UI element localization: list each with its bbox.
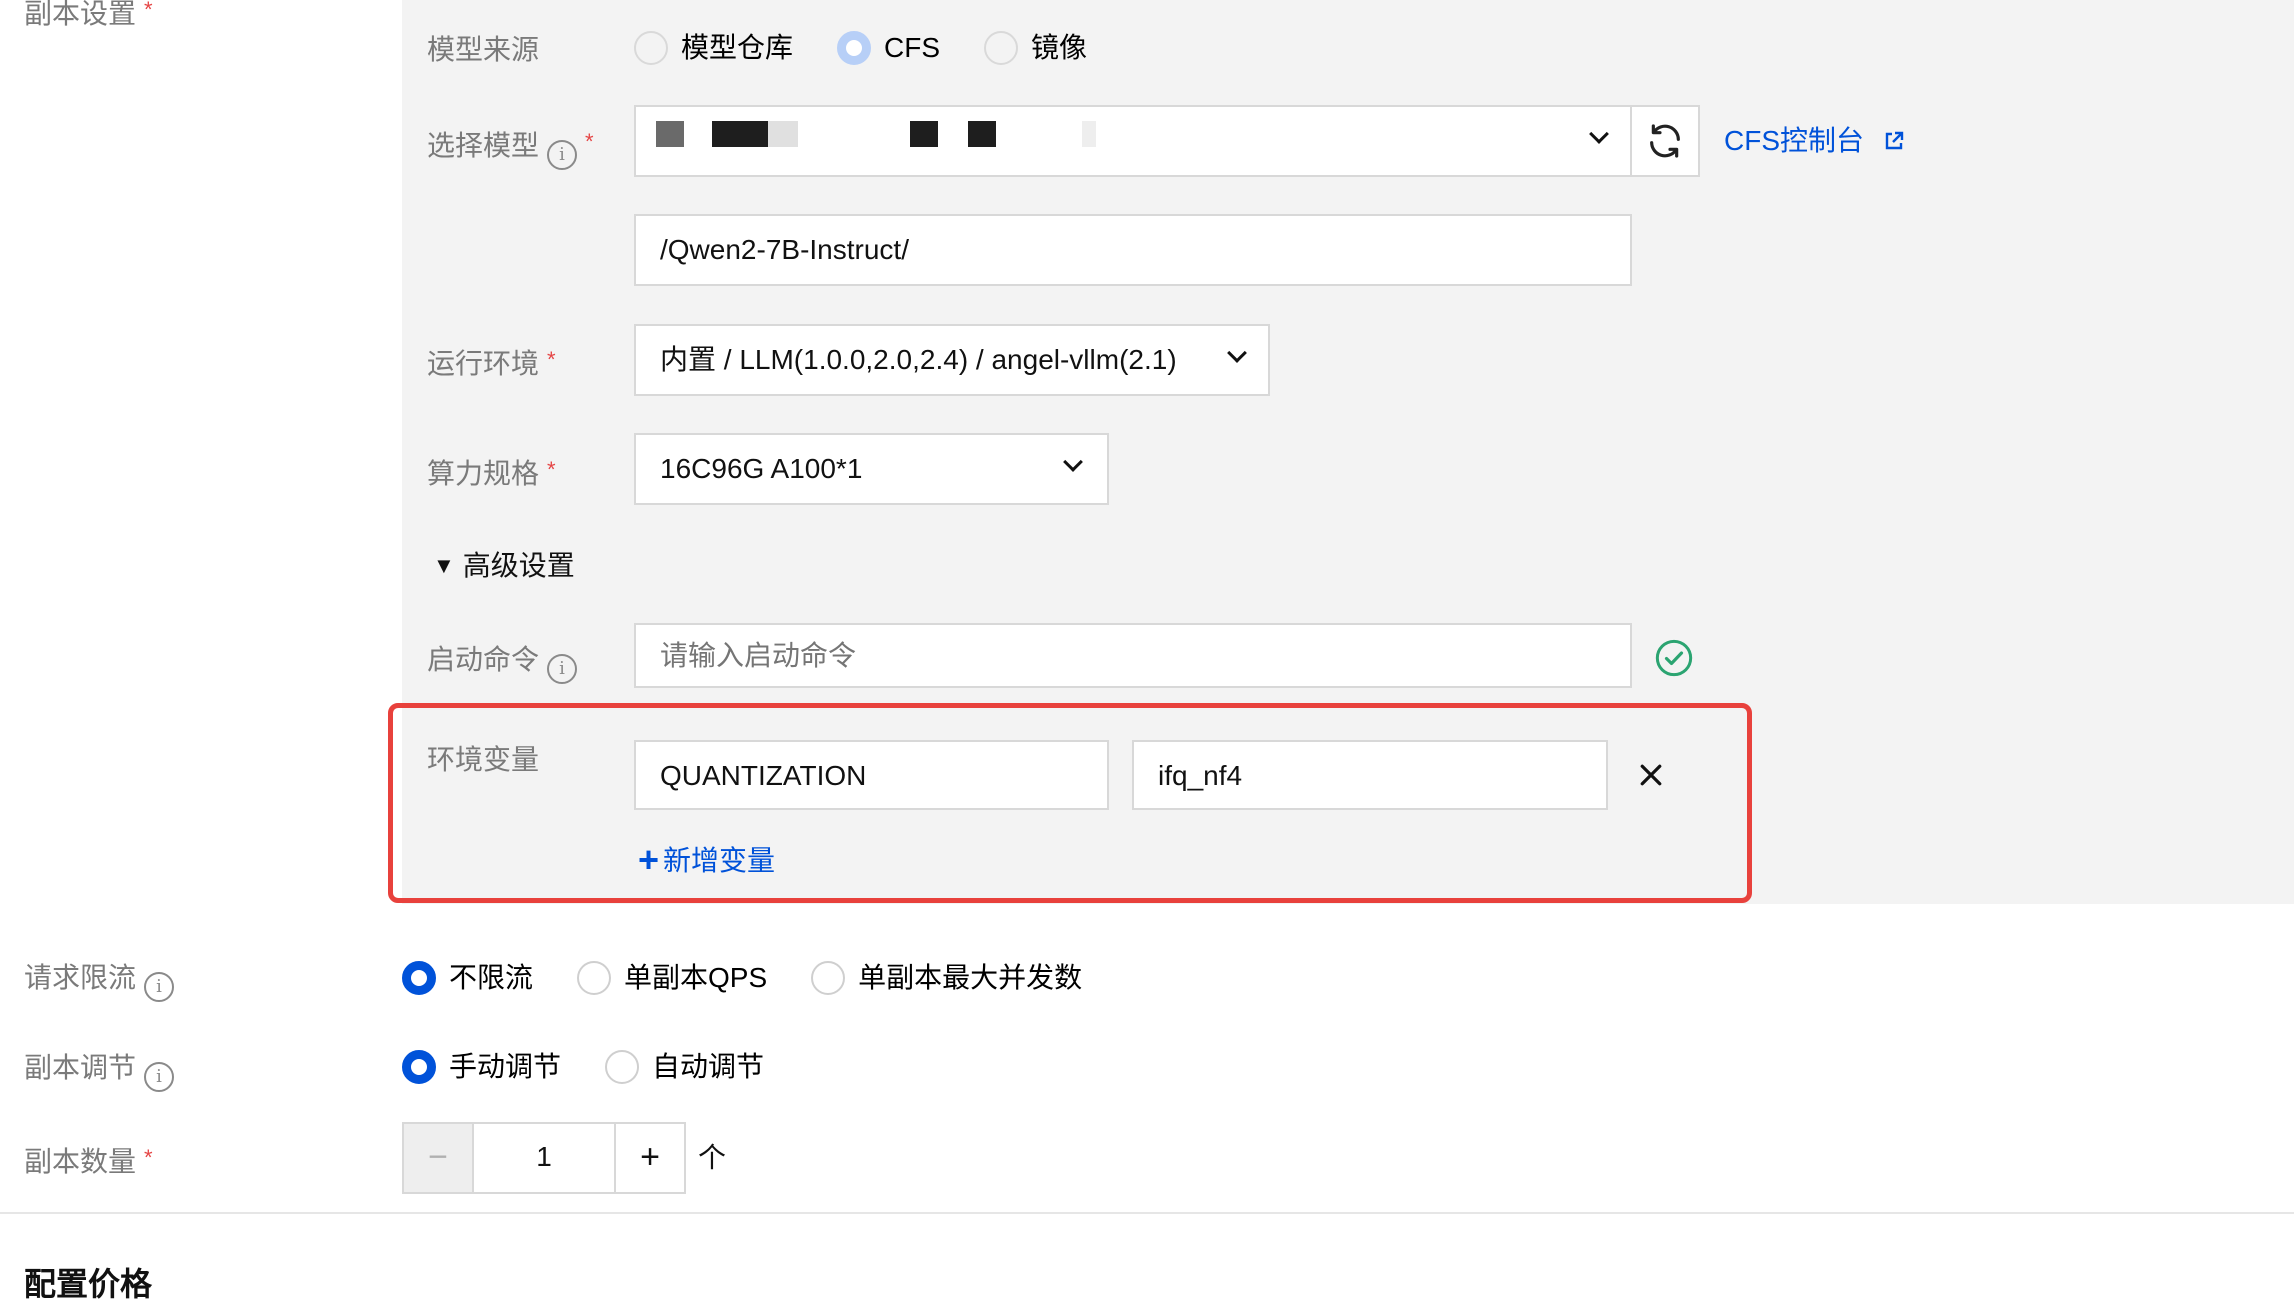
- env-var-value-input[interactable]: ifq_nf4: [1132, 740, 1608, 810]
- radio-button[interactable]: [402, 1050, 436, 1084]
- advanced-settings-toggle[interactable]: ▼ 高级设置: [433, 546, 575, 586]
- model-source-option-repo[interactable]: 模型仓库: [634, 28, 793, 68]
- redacted-block: [910, 121, 938, 147]
- start-command-input[interactable]: [634, 623, 1632, 688]
- select-model-dropdown[interactable]: [634, 105, 1632, 177]
- compute-spec-label: 算力规格 *: [427, 457, 556, 489]
- section-divider: [0, 1212, 2294, 1214]
- redacted-block: [1082, 121, 1096, 147]
- refresh-icon: [1650, 124, 1680, 158]
- chevron-down-icon: [1589, 124, 1609, 144]
- radio-button[interactable]: [577, 961, 612, 995]
- cfs-console-link[interactable]: CFS控制台: [1724, 121, 1906, 161]
- chevron-down-icon: [1063, 452, 1083, 472]
- required-mark: *: [144, 0, 153, 22]
- model-source-option-cfs[interactable]: CFS: [837, 28, 940, 68]
- rate-limit-option-concurrency[interactable]: 单副本最大并发数: [811, 958, 1082, 998]
- replica-settings-label: 副本设置 *: [24, 0, 153, 34]
- info-icon[interactable]: i: [547, 140, 578, 170]
- info-icon[interactable]: i: [144, 1062, 175, 1092]
- info-icon[interactable]: i: [547, 654, 578, 684]
- start-command-label: 启动命令 i: [427, 640, 578, 684]
- rate-limit-option-qps[interactable]: 单副本QPS: [577, 958, 767, 998]
- replica-adjust-label: 副本调节 i: [24, 1048, 175, 1092]
- runtime-env-select[interactable]: 内置 / LLM(1.0.0,2.0,2.4) / angel-vllm(2.1…: [634, 324, 1270, 396]
- check-circle-icon: [1655, 639, 1693, 677]
- model-source-option-image[interactable]: 镜像: [984, 28, 1087, 68]
- replica-count-unit: 个: [698, 1142, 727, 1173]
- replica-adjust-option-manual[interactable]: 手动调节: [402, 1047, 561, 1087]
- plus-icon: +: [638, 839, 660, 880]
- replica-adjust-option-auto[interactable]: 自动调节: [605, 1047, 764, 1087]
- select-model-label: 选择模型 i*: [427, 122, 594, 170]
- compute-spec-select[interactable]: 16C96G A100*1: [634, 433, 1109, 505]
- env-var-key-input[interactable]: QUANTIZATION: [634, 740, 1109, 810]
- env-vars-label: 环境变量: [427, 744, 540, 775]
- decrement-button[interactable]: −: [404, 1124, 474, 1192]
- radio-button[interactable]: [837, 31, 872, 65]
- rate-limit-label: 请求限流 i: [24, 958, 175, 1002]
- radio-button[interactable]: [634, 31, 668, 65]
- replica-adjust-radio-group: 手动调节 自动调节: [402, 1047, 808, 1087]
- radio-button[interactable]: [984, 31, 1019, 65]
- replica-count-stepper: − 1 +: [402, 1122, 686, 1194]
- replica-count-input[interactable]: 1: [474, 1124, 614, 1192]
- redacted-block: [656, 121, 684, 147]
- price-section-heading: 配置价格: [24, 1266, 153, 1302]
- model-source-radio-group: 模型仓库 CFS 镜像: [634, 28, 1131, 68]
- refresh-button[interactable]: [1630, 105, 1700, 177]
- increment-button[interactable]: +: [614, 1124, 684, 1192]
- redacted-block: [768, 121, 798, 147]
- close-icon[interactable]: [1636, 760, 1666, 790]
- caret-down-icon: ▼: [433, 553, 455, 578]
- replica-count-label: 副本数量 *: [24, 1145, 153, 1177]
- runtime-env-label: 运行环境 *: [427, 347, 556, 379]
- rate-limit-option-unlimited[interactable]: 不限流: [402, 958, 533, 998]
- chevron-down-icon: [1227, 343, 1247, 363]
- rate-limit-radio-group: 不限流 单副本QPS 单副本最大并发数: [402, 958, 1126, 998]
- redacted-block: [712, 121, 768, 147]
- radio-button[interactable]: [605, 1050, 640, 1084]
- radio-button[interactable]: [811, 961, 846, 995]
- external-link-icon: [1885, 131, 1903, 150]
- add-variable-button[interactable]: + 新增变量: [638, 840, 775, 881]
- info-icon[interactable]: i: [144, 972, 175, 1002]
- model-source-label: 模型来源: [427, 34, 540, 65]
- redacted-block: [968, 121, 996, 147]
- radio-button[interactable]: [402, 961, 436, 995]
- model-path-input[interactable]: /Qwen2-7B-Instruct/: [634, 214, 1632, 286]
